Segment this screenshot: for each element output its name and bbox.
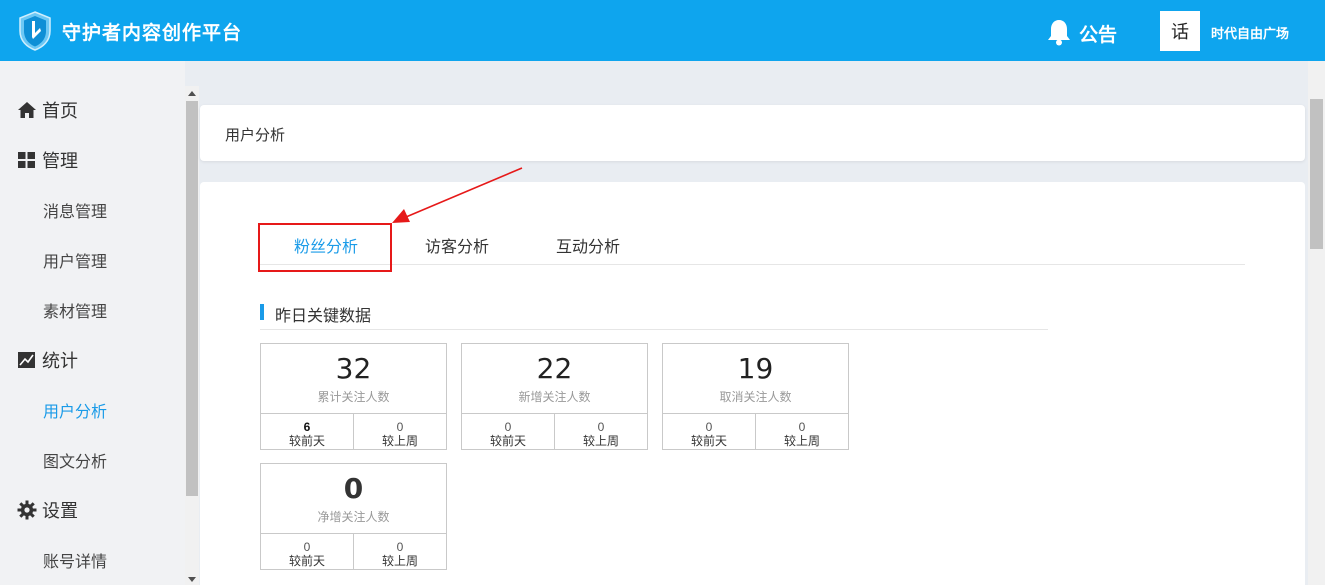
sidebar-item-label: 账号详情 (43, 554, 108, 571)
sidebar-item-label: 统计 (42, 351, 78, 371)
sidebar-item-message-manage[interactable]: 消息管理 (0, 185, 185, 235)
shield-logo-icon[interactable] (18, 11, 52, 51)
annotation-highlight-box (258, 223, 392, 272)
scroll-down-arrow-icon[interactable] (188, 577, 196, 582)
sidebar-item-label: 设置 (42, 501, 78, 521)
sidebar-item-account-details[interactable]: 账号详情 (0, 535, 185, 585)
scrollbar-thumb[interactable] (1310, 99, 1323, 249)
compare-week: 0 较上周 (354, 540, 446, 568)
sidebar-item-label: 管理 (42, 151, 78, 171)
compare-day: 0 较前天 (261, 540, 353, 568)
tab-interaction-analysis[interactable]: 互动分析 (556, 233, 620, 257)
compare-day: 0 较前天 (663, 420, 755, 448)
breadcrumb: 用户分析 (225, 127, 286, 144)
compare-week-value: 0 (597, 420, 605, 434)
stat-card-net-followers: 0 净增关注人数 0 较前天 0 较上周 (260, 463, 447, 570)
compare-day-value: 6 (303, 420, 311, 434)
compare-week: 0 较上周 (555, 420, 647, 448)
compare-day-label: 较前天 (690, 434, 727, 448)
sidebar-item-label: 素材管理 (43, 304, 108, 321)
app-title: 守护者内容创作平台 (62, 23, 243, 44)
stat-label: 累计关注人数 (317, 390, 390, 404)
tab-visitor-analysis[interactable]: 访客分析 (425, 233, 489, 257)
stat-label: 取消关注人数 (719, 390, 792, 404)
sidebar-item-home[interactable]: 首页 (0, 85, 185, 135)
compare-day-label: 较前天 (489, 434, 526, 448)
top-header: 守护者内容创作平台 公告 话 时代自由广场 (0, 0, 1325, 61)
scrollbar-thumb[interactable] (186, 101, 198, 496)
avatar[interactable]: 话 (1160, 11, 1200, 51)
stat-value: 32 (335, 352, 372, 385)
sidebar-item-label: 消息管理 (43, 204, 108, 221)
breadcrumb-card: 用户分析 (200, 105, 1305, 161)
line-chart-icon (18, 352, 35, 368)
compare-day-value: 0 (504, 420, 512, 434)
stat-label: 新增关注人数 (518, 390, 591, 404)
sidebar: 首页 管理 消息管理 用户管理 素材管理 统计 用户分析 图文分析 设置 账号详… (0, 61, 185, 585)
compare-week-value: 0 (798, 420, 806, 434)
home-icon (18, 102, 36, 118)
sidebar-item-statistics[interactable]: 统计 (0, 335, 185, 385)
tabs-divider (260, 264, 1245, 265)
sidebar-item-label: 图文分析 (43, 454, 108, 471)
stat-value: 0 (343, 472, 364, 505)
grid-icon (18, 152, 35, 168)
compare-day-label: 较前天 (288, 434, 325, 448)
account-name[interactable]: 时代自由广场 (1211, 23, 1289, 42)
compare-week: 0 较上周 (354, 420, 446, 448)
sidebar-item-label: 用户管理 (43, 254, 108, 271)
sidebar-item-material-manage[interactable]: 素材管理 (0, 285, 185, 335)
scroll-up-arrow-icon[interactable] (188, 91, 196, 96)
stat-label: 净增关注人数 (317, 510, 390, 524)
bell-icon[interactable] (1046, 18, 1072, 46)
sidebar-item-user-manage[interactable]: 用户管理 (0, 235, 185, 285)
compare-day-value: 0 (705, 420, 713, 434)
compare-day: 6 较前天 (261, 420, 353, 448)
compare-week-label: 较上周 (381, 554, 418, 568)
compare-week-value: 0 (396, 420, 404, 434)
stat-value: 19 (737, 352, 774, 385)
annotation-arrow-icon (392, 167, 523, 223)
stat-card-new-followers: 22 新增关注人数 0 较前天 0 较上周 (461, 343, 648, 450)
compare-day: 0 较前天 (462, 420, 554, 448)
gear-icon (17, 500, 37, 520)
stat-card-total-followers: 32 累计关注人数 6 较前天 0 较上周 (260, 343, 447, 450)
sidebar-item-manage[interactable]: 管理 (0, 135, 185, 185)
stat-value: 22 (536, 352, 573, 385)
notice-link[interactable]: 公告 (1079, 20, 1117, 47)
compare-week-label: 较上周 (783, 434, 820, 448)
section-marker (260, 304, 264, 320)
compare-week-value: 0 (396, 540, 404, 554)
sidebar-item-label: 首页 (42, 101, 78, 121)
compare-week: 0 较上周 (756, 420, 848, 448)
stat-card-unfollowers: 19 取消关注人数 0 较前天 0 较上周 (662, 343, 849, 450)
page-scrollbar[interactable] (1308, 61, 1325, 585)
section-title: 昨日关键数据 (275, 308, 372, 325)
sidebar-item-settings[interactable]: 设置 (0, 485, 185, 535)
compare-week-label: 较上周 (582, 434, 619, 448)
sidebar-item-label: 用户分析 (43, 404, 108, 421)
compare-week-label: 较上周 (381, 434, 418, 448)
sidebar-scrollbar[interactable] (185, 86, 199, 585)
sidebar-item-article-analysis[interactable]: 图文分析 (0, 435, 185, 485)
section-divider (260, 329, 1048, 330)
compare-day-value: 0 (303, 540, 311, 554)
compare-day-label: 较前天 (288, 554, 325, 568)
sidebar-item-user-analysis[interactable]: 用户分析 (0, 385, 185, 435)
